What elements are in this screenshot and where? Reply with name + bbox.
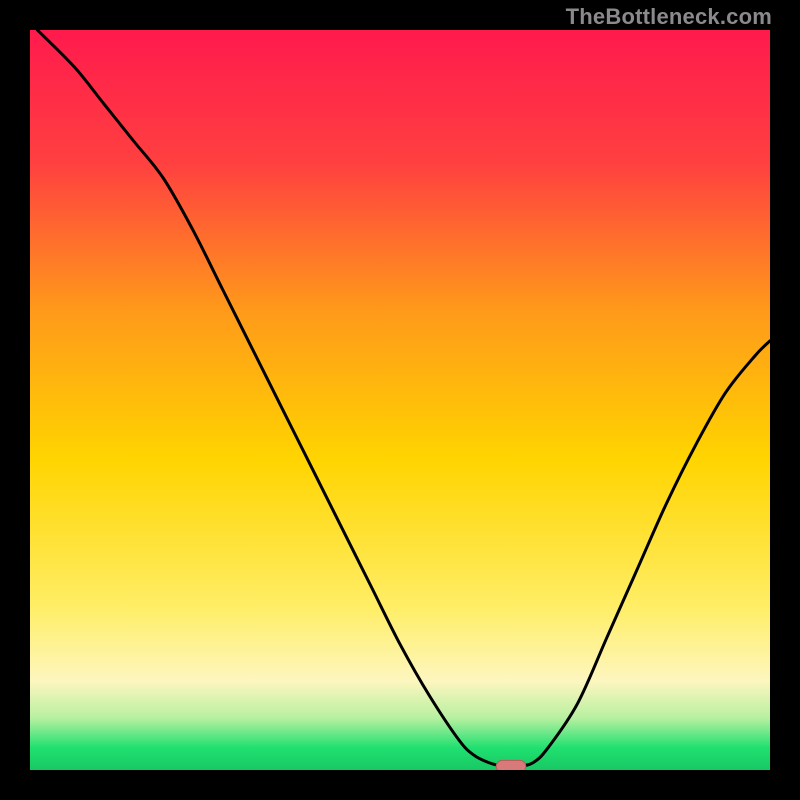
plot-area <box>30 30 770 770</box>
watermark-text: TheBottleneck.com <box>566 4 772 30</box>
chart-frame: TheBottleneck.com <box>0 0 800 800</box>
gradient-background <box>30 30 770 770</box>
bottleneck-chart <box>30 30 770 770</box>
optimum-marker <box>496 760 526 770</box>
